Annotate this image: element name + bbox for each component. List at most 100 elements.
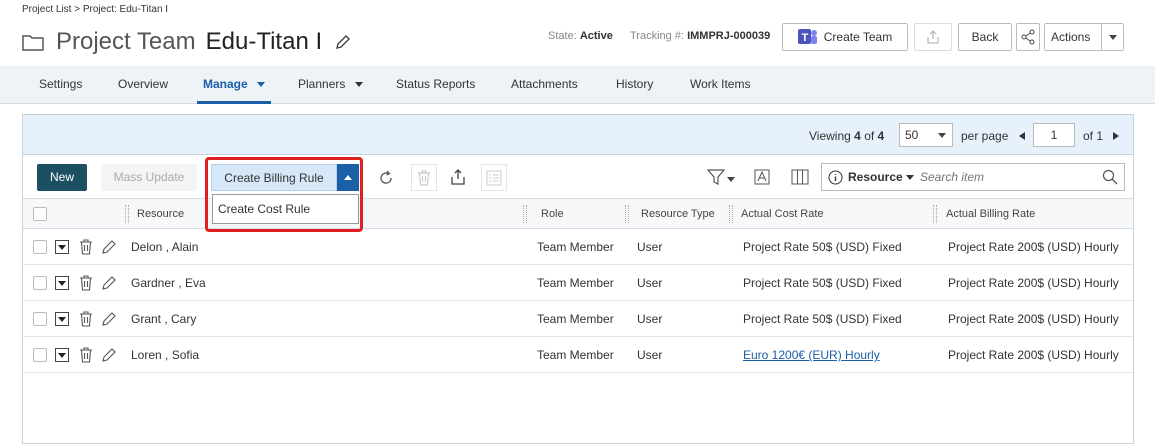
role-cell: Team Member <box>537 348 614 362</box>
highlight-box <box>205 157 363 232</box>
table-row[interactable]: Loren , Sofia Team Member User Euro 1200… <box>23 337 1133 373</box>
checklist-icon <box>486 170 502 186</box>
trash-icon[interactable] <box>79 239 93 255</box>
tracking-field: Tracking #: IMMPRJ-000039 <box>630 30 770 42</box>
pencil-icon[interactable] <box>101 275 117 291</box>
tab-history[interactable]: History <box>616 66 653 104</box>
state-field: State: Active <box>548 30 613 42</box>
mass-update-button[interactable]: Mass Update <box>101 164 197 191</box>
trash-icon[interactable] <box>79 311 93 327</box>
new-button[interactable]: New <box>37 164 87 191</box>
tab-settings[interactable]: Settings <box>39 66 82 104</box>
page-number-input[interactable]: 1 <box>1033 123 1075 147</box>
column-header-resource-type[interactable]: Resource Type <box>641 199 715 229</box>
search-box: Resource <box>821 163 1125 191</box>
next-page-icon[interactable] <box>1113 132 1119 140</box>
info-icon <box>828 170 843 185</box>
chevron-down-icon[interactable] <box>906 175 914 180</box>
trash-icon[interactable] <box>79 275 93 291</box>
viewing-count: 4 <box>854 129 861 143</box>
create-team-label: Create Team <box>823 30 893 44</box>
tab-planners-label: Planners <box>298 77 346 91</box>
state-value: Active <box>579 30 613 42</box>
teams-icon: T <box>797 29 817 44</box>
resource-type-cell: User <box>637 312 663 326</box>
row-checkbox[interactable] <box>33 240 47 254</box>
search-input[interactable] <box>920 167 1100 187</box>
chevron-down-icon <box>58 244 66 250</box>
delete-toolbar-button[interactable] <box>411 164 437 191</box>
row-expand-button[interactable] <box>55 240 69 254</box>
pencil-icon[interactable] <box>101 311 117 327</box>
team-grid-panel: Viewing 4 of 4 50 per page 1 of 1 New Ma… <box>22 114 1134 444</box>
trash-icon[interactable] <box>79 347 93 363</box>
resource-type-cell: User <box>637 240 663 254</box>
row-expand-button[interactable] <box>55 276 69 290</box>
tab-work-items[interactable]: Work Items <box>690 66 750 104</box>
page-title: Project Team Edu-Titan I <box>22 28 352 56</box>
export-header-button[interactable] <box>914 23 952 51</box>
search-icon[interactable] <box>1102 169 1118 185</box>
column-resize-handle[interactable] <box>625 205 629 223</box>
column-resize-handle[interactable] <box>729 205 733 223</box>
trash-icon <box>418 170 430 186</box>
export-icon[interactable] <box>449 168 467 186</box>
text-format-icon[interactable] <box>754 168 770 186</box>
row-expand-button[interactable] <box>55 312 69 326</box>
share-button[interactable] <box>1016 23 1040 51</box>
tab-status-reports[interactable]: Status Reports <box>396 66 475 104</box>
row-checkbox[interactable] <box>33 276 47 290</box>
actual-billing-rate-cell: Project Rate 200$ (USD) Hourly <box>948 312 1119 326</box>
tab-overview[interactable]: Overview <box>118 66 168 104</box>
prev-page-icon[interactable] <box>1019 132 1025 140</box>
table-row[interactable]: Grant , Cary Team Member User Project Ra… <box>23 301 1133 337</box>
per-page-select[interactable]: 50 <box>899 123 953 147</box>
filter-icon[interactable] <box>707 168 725 186</box>
actual-cost-rate-link[interactable]: Euro 1200€ (EUR) Hourly <box>743 337 880 373</box>
back-button[interactable]: Back <box>958 23 1012 51</box>
svg-text:T: T <box>801 32 808 44</box>
pencil-icon[interactable] <box>101 347 117 363</box>
column-header-actual-billing-rate[interactable]: Actual Billing Rate <box>946 199 1035 229</box>
grid-header: Resource Role Resource Type Actual Cost … <box>23 199 1133 229</box>
create-team-button[interactable]: T Create Team <box>782 23 908 51</box>
chevron-down-icon <box>58 280 66 286</box>
row-checkbox[interactable] <box>33 348 47 362</box>
tab-bar: Settings Overview Manage Planners Status… <box>0 66 1155 104</box>
tab-attachments[interactable]: Attachments <box>511 66 578 104</box>
row-expand-button[interactable] <box>55 348 69 362</box>
select-all-checkbox[interactable] <box>33 207 47 221</box>
checklist-button[interactable] <box>481 164 507 191</box>
tracking-label: Tracking #: <box>630 30 685 42</box>
pencil-icon[interactable] <box>334 33 352 51</box>
tab-manage[interactable]: Manage <box>197 66 272 104</box>
column-resize-handle[interactable] <box>523 205 527 223</box>
column-resize-handle[interactable] <box>933 205 937 223</box>
resource-type-cell: User <box>637 276 663 290</box>
table-row[interactable]: Gardner , Eva Team Member User Project R… <box>23 265 1133 301</box>
breadcrumb[interactable]: Project List > Project: Edu-Titan I <box>22 4 168 15</box>
refresh-icon[interactable] <box>377 169 395 187</box>
chevron-down-icon <box>938 133 946 138</box>
viewing-total: 4 <box>877 129 885 143</box>
row-checkbox[interactable] <box>33 312 47 326</box>
column-header-actual-cost-rate[interactable]: Actual Cost Rate <box>741 199 824 229</box>
search-field-select[interactable]: Resource <box>848 170 903 184</box>
chevron-down-icon[interactable] <box>727 177 735 182</box>
column-header-role[interactable]: Role <box>541 199 564 229</box>
chevron-down-icon <box>257 82 266 88</box>
chevron-down-icon <box>58 316 66 322</box>
actions-dropdown[interactable]: Actions <box>1044 23 1124 51</box>
role-cell: Team Member <box>537 276 614 290</box>
column-header-resource[interactable]: Resource <box>137 199 184 229</box>
per-page-label: per page <box>961 129 1009 143</box>
pencil-icon[interactable] <box>101 239 117 255</box>
actual-cost-rate-cell: Project Rate 50$ (USD) Fixed <box>743 276 902 290</box>
columns-icon[interactable] <box>791 168 809 186</box>
column-resize-handle[interactable] <box>125 205 129 223</box>
share-icon <box>1021 29 1035 45</box>
table-row[interactable]: Delon , Alain Team Member User Project R… <box>23 229 1133 265</box>
tab-planners[interactable]: Planners <box>298 66 363 104</box>
chevron-down-icon <box>1101 24 1123 50</box>
resource-name: Delon , Alain <box>131 240 199 254</box>
